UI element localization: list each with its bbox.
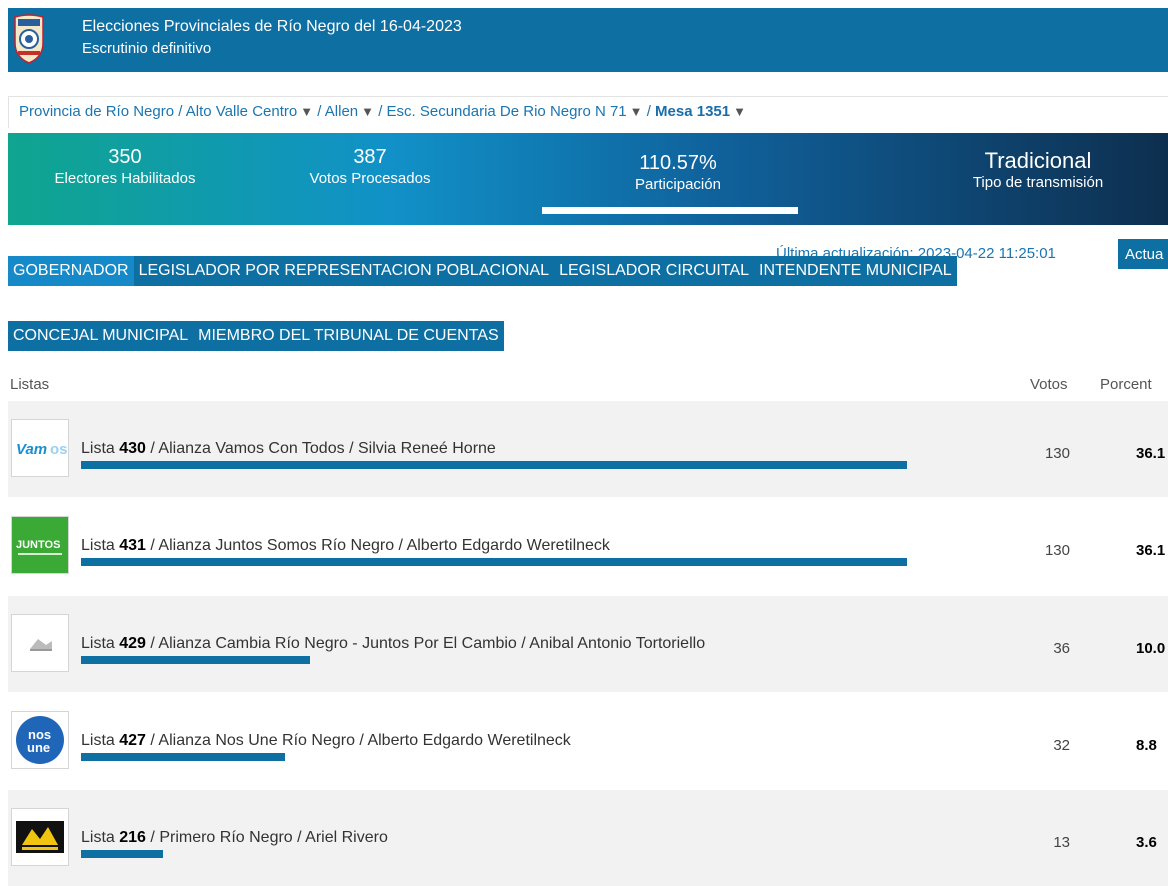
tab-tribunal-de-cuentas[interactable]: MIEMBRO DEL TRIBUNAL DE CUENTAS xyxy=(193,321,504,351)
crumb-mesa[interactable]: Mesa 1351 xyxy=(655,103,730,120)
tab-intendente-municipal[interactable]: INTENDENTE MUNICIPAL xyxy=(754,256,957,286)
crumb-separator: / xyxy=(378,103,383,120)
vote-share-bar xyxy=(81,753,285,761)
table-row: JUNTOS Lista 431 / Alianza Juntos Somos … xyxy=(8,498,1168,594)
rio-negro-shield-logo xyxy=(14,14,44,64)
column-header-votos[interactable]: Votos xyxy=(1030,376,1068,393)
app-header: Elecciones Provinciales de Río Negro del… xyxy=(8,8,1168,72)
row-percent: 3.6 xyxy=(1136,834,1157,851)
tab-legislador-poblacional[interactable]: LEGISLADOR POR REPRESENTACION POBLACIONA… xyxy=(134,256,554,286)
svg-text:Vam: Vam xyxy=(16,441,47,458)
vote-share-bar xyxy=(81,558,907,566)
stat-electores-value: 350 xyxy=(108,146,142,168)
stat-participacion: 110.57% Participación xyxy=(578,151,778,195)
row-percent: 10.0 xyxy=(1136,640,1166,657)
tab-legislador-circuital[interactable]: LEGISLADOR CIRCUITAL xyxy=(554,256,754,286)
refresh-button[interactable]: Actua xyxy=(1118,239,1168,269)
table-row: Lista 429 / Alianza Cambia Río Negro - J… xyxy=(8,596,1168,692)
row-label: Lista 216 / Primero Río Negro / Ariel Ri… xyxy=(81,829,388,846)
vote-share-bar xyxy=(81,850,163,858)
crumb-provincia[interactable]: Provincia de Río Negro xyxy=(19,103,174,120)
breadcrumb: Provincia de Río Negro / Alto Valle Cent… xyxy=(8,96,1168,128)
row-percent: 8.8 xyxy=(1136,737,1157,754)
juntos-logo: JUNTOS xyxy=(11,516,69,574)
row-label: Lista 427 / Alianza Nos Une Río Negro / … xyxy=(81,732,571,749)
cambia-logo-icon xyxy=(30,639,52,651)
stat-tipo: Tradicional Tipo de transmisión xyxy=(963,149,1113,193)
crumb-separator: / xyxy=(317,103,322,120)
stat-tipo-label: Tipo de transmisión xyxy=(972,174,1104,191)
stat-participacion-label: Participación xyxy=(635,176,721,193)
tab-gobernador[interactable]: GOBERNADOR xyxy=(8,256,134,286)
column-header-porcentaje[interactable]: Porcent xyxy=(1100,376,1152,393)
crumb-separator: / xyxy=(646,103,651,120)
crumb-escuela[interactable]: Esc. Secundaria De Rio Negro N 71 xyxy=(387,103,627,120)
svg-text:JUNTOS: JUNTOS xyxy=(16,539,60,551)
dropdown-arrow-icon[interactable]: ▼ xyxy=(300,104,313,119)
row-label: Lista 429 / Alianza Cambia Río Negro - J… xyxy=(81,635,706,652)
row-votes: 36 xyxy=(1053,640,1070,657)
primero-rio-negro-logo-icon xyxy=(16,821,64,853)
svg-text:une: une xyxy=(27,740,50,755)
stat-participacion-value: 110.57% xyxy=(639,152,717,174)
row-votes: 13 xyxy=(1053,834,1070,851)
dropdown-arrow-icon[interactable]: ▼ xyxy=(733,104,746,119)
juntos-logo-icon: JUNTOS xyxy=(12,517,68,573)
category-tabs-row-1: GOBERNADOR LEGISLADOR POR REPRESENTACION… xyxy=(8,256,957,286)
row-votes: 130 xyxy=(1044,542,1070,559)
vamos-logo-icon: Vam os xyxy=(16,441,68,458)
crumb-municipio[interactable]: Allen xyxy=(325,103,358,120)
participation-progress-bar xyxy=(542,207,798,214)
nos-une-logo-icon: nos une xyxy=(16,716,64,764)
category-tabs-row-2: CONCEJAL MUNICIPAL MIEMBRO DEL TRIBUNAL … xyxy=(8,321,504,351)
dropdown-arrow-icon[interactable]: ▼ xyxy=(361,104,374,119)
stat-votos-value: 387 xyxy=(353,146,387,168)
crumb-separator: / xyxy=(178,103,183,120)
row-label: Lista 430 / Alianza Vamos Con Todos / Si… xyxy=(81,440,496,457)
vote-share-bar xyxy=(81,461,907,469)
dropdown-arrow-icon[interactable]: ▼ xyxy=(630,104,643,119)
table-row: Vam os Lista 430 / Alianza Vamos Con Tod… xyxy=(8,401,1168,497)
stat-votos-label: Votos Procesados xyxy=(309,170,431,187)
nos-une-logo: nos une xyxy=(11,711,69,769)
election-subtitle: Escrutinio definitivo xyxy=(82,40,212,57)
row-votes: 130 xyxy=(1044,445,1070,462)
election-title: Elecciones Provinciales de Río Negro del… xyxy=(82,18,462,35)
vamos-logo: Vam os xyxy=(11,419,69,477)
cambia-logo xyxy=(11,614,69,672)
tab-concejal-municipal[interactable]: CONCEJAL MUNICIPAL xyxy=(8,321,193,351)
row-percent: 36.1 xyxy=(1136,542,1166,559)
row-label: Lista 431 / Alianza Juntos Somos Río Neg… xyxy=(81,537,610,554)
table-row: nos une Lista 427 / Alianza Nos Une Río … xyxy=(8,693,1168,789)
vote-share-bar xyxy=(81,656,310,664)
svg-text:os: os xyxy=(50,441,68,458)
primero-rio-negro-logo xyxy=(11,808,69,866)
stat-votos: 387 Votos Procesados xyxy=(280,145,460,189)
row-votes: 32 xyxy=(1053,737,1070,754)
stats-banner: 350 Electores Habilitados 387 Votos Proc… xyxy=(8,133,1168,225)
row-percent: 36.1 xyxy=(1136,445,1166,462)
column-header-listas[interactable]: Listas xyxy=(10,376,49,393)
stat-tipo-value: Tradicional xyxy=(984,148,1092,173)
stat-electores: 350 Electores Habilitados xyxy=(35,145,215,189)
stat-electores-label: Electores Habilitados xyxy=(54,170,196,187)
crumb-seccion[interactable]: Alto Valle Centro xyxy=(186,103,297,120)
